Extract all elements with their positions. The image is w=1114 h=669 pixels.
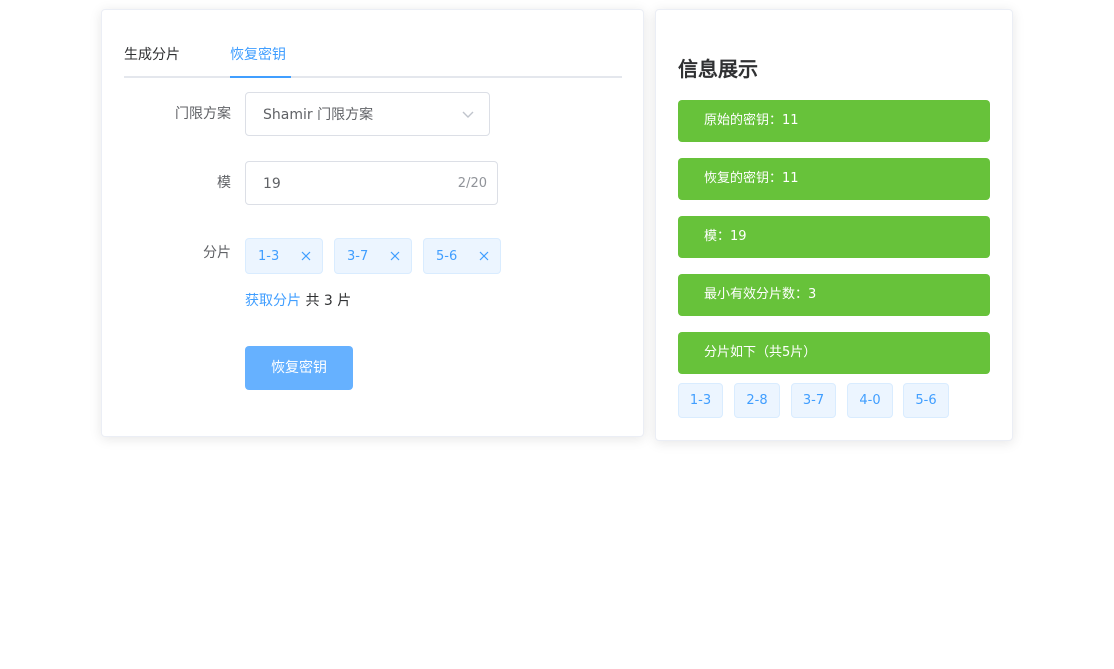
close-icon[interactable] xyxy=(300,250,312,262)
recover-panel: 生成分片 恢复密钥 门限方案 Shamir 门限方案 模 19 2/20 分片 … xyxy=(101,9,644,437)
scheme-value: Shamir 门限方案 xyxy=(263,107,374,123)
modulus-alert: 模：19 xyxy=(678,216,990,258)
chevron-down-icon xyxy=(462,111,474,118)
shard-tag-text: 5-6 xyxy=(436,249,458,264)
shard-tag: 5-6 xyxy=(423,238,501,274)
get-shards-link[interactable]: 获取分片 xyxy=(245,293,301,309)
recover-key-button[interactable]: 恢复密钥 xyxy=(245,346,353,390)
info-panel: 信息展示 原始的密钥：11 恢复的密钥：11 模：19 最小有效分片数：3 分片… xyxy=(655,9,1013,441)
active-tab-indicator xyxy=(230,76,291,78)
tab-recover-key[interactable]: 恢复密钥 xyxy=(230,44,286,66)
shard-tag-text: 3-7 xyxy=(347,249,369,264)
info-shard-tag: 5-6 xyxy=(903,383,949,418)
shard-tag-text: 1-3 xyxy=(258,249,280,264)
tab-generate-shards[interactable]: 生成分片 xyxy=(124,44,180,66)
info-shard-tag: 3-7 xyxy=(791,383,836,418)
recovered-key-alert: 恢复的密钥：11 xyxy=(678,158,990,200)
shards-label: 分片 xyxy=(203,245,231,261)
shard-tag: 3-7 xyxy=(334,238,412,274)
close-icon[interactable] xyxy=(478,250,490,262)
shard-tag: 1-3 xyxy=(245,238,323,274)
shard-summary: 获取分片 共 3 片 xyxy=(245,291,351,311)
modulus-label: 模 xyxy=(217,175,231,191)
tab-bar: 生成分片 恢复密钥 xyxy=(124,40,622,78)
original-key-alert: 原始的密钥：11 xyxy=(678,100,990,142)
shards-heading-alert: 分片如下（共5片） xyxy=(678,332,990,374)
info-shard-tag: 4-0 xyxy=(847,383,893,418)
close-icon[interactable] xyxy=(389,250,401,262)
info-shard-tag: 1-3 xyxy=(678,383,723,418)
modulus-value: 19 xyxy=(263,176,281,192)
scheme-select[interactable]: Shamir 门限方案 xyxy=(245,92,490,136)
info-title: 信息展示 xyxy=(678,57,758,81)
min-shards-alert: 最小有效分片数：3 xyxy=(678,274,990,316)
shard-total-text: 共 3 片 xyxy=(301,293,352,309)
modulus-input[interactable]: 19 2/20 xyxy=(245,161,498,205)
info-shard-tag: 2-8 xyxy=(734,383,780,418)
modulus-char-count: 2/20 xyxy=(457,176,487,191)
scheme-label: 门限方案 xyxy=(175,106,231,122)
